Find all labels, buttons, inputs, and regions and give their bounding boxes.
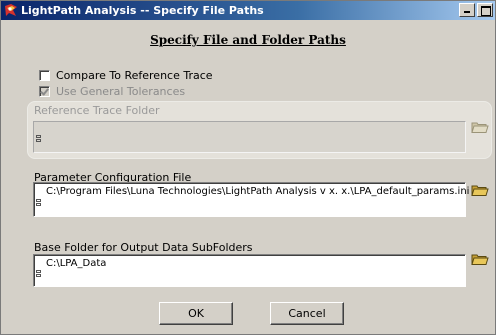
- reference-trace-open-folder-icon: [471, 122, 489, 133]
- minimize-button[interactable]: [459, 3, 475, 17]
- base-folder-path-text: C:\LPA_Data: [46, 258, 107, 269]
- maximize-button[interactable]: [477, 3, 493, 17]
- base-folder-open-folder-icon[interactable]: [471, 252, 489, 266]
- base-folder-path-field[interactable]: C:\LPA_Data: [33, 254, 466, 287]
- reference-trace-path-field: [33, 121, 466, 153]
- general-tolerances-checkbox-row: Use General Tolerances: [39, 85, 185, 98]
- cancel-button[interactable]: Cancel: [270, 302, 344, 325]
- lightpath-app-icon: [5, 4, 17, 16]
- parameter-file-path-text: C:\Program Files\Luna Technologies\Light…: [46, 186, 470, 197]
- compare-reference-label: Compare To Reference Trace: [56, 69, 213, 82]
- base-folder-label: Base Folder for Output Data SubFolders: [34, 241, 253, 254]
- dialog-window: LightPath Analysis -- Specify File Paths…: [0, 0, 496, 335]
- general-tolerances-checkbox: [39, 86, 50, 97]
- reference-trace-label: Reference Trace Folder: [34, 104, 160, 117]
- ok-button[interactable]: OK: [159, 302, 233, 325]
- parameter-file-path-field[interactable]: C:\Program Files\Luna Technologies\Light…: [33, 182, 470, 217]
- browse-path-icon[interactable]: [36, 199, 42, 206]
- compare-reference-checkbox[interactable]: [39, 70, 50, 81]
- browse-path-icon: [36, 135, 42, 142]
- browse-path-icon[interactable]: [36, 270, 42, 277]
- window-controls: [459, 3, 493, 17]
- parameter-file-open-folder-icon[interactable]: [471, 183, 489, 197]
- dialog-heading: Specify File and Folder Paths: [150, 33, 346, 47]
- title-bar[interactable]: LightPath Analysis -- Specify File Paths: [1, 1, 495, 20]
- window-title: LightPath Analysis -- Specify File Paths: [21, 4, 264, 17]
- compare-reference-checkbox-row[interactable]: Compare To Reference Trace: [39, 69, 213, 82]
- general-tolerances-label: Use General Tolerances: [56, 85, 186, 98]
